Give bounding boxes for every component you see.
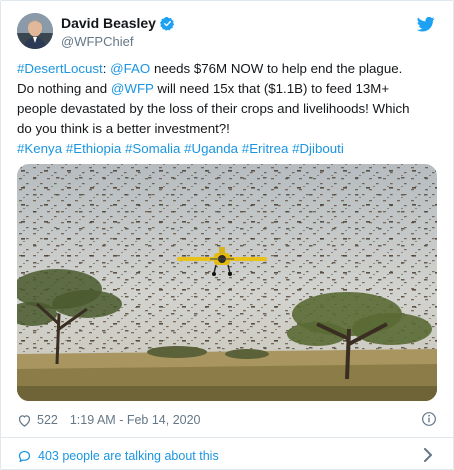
text-line2: will need 15x that ($1.1B) to feed 13M+ — [153, 81, 390, 96]
verified-badge-icon — [159, 16, 175, 31]
tweet-meta: 522 1:19 AM - Feb 14, 2020 — [17, 411, 437, 429]
hashtag-kenya[interactable]: #Kenya — [17, 141, 62, 156]
tweet-card: David Beasley @WFPChief #DesertLocust: @… — [0, 0, 454, 470]
mention-wfp[interactable]: @WFP — [111, 81, 154, 96]
timestamp[interactable]: 1:19 AM - Feb 14, 2020 — [70, 413, 201, 427]
author-handle[interactable]: @WFPChief — [61, 34, 175, 49]
like-count[interactable]: 522 — [37, 413, 58, 427]
divider — [1, 437, 453, 438]
talking-text[interactable]: 403 people are talking about this — [38, 449, 219, 463]
tweet-header: David Beasley @WFPChief — [17, 13, 437, 53]
heart-icon[interactable] — [17, 413, 32, 428]
hashtag-uganda[interactable]: #Uganda — [184, 141, 238, 156]
hashtag-djibouti[interactable]: #Djibouti — [292, 141, 344, 156]
text-line3: people devastated by the loss of their c… — [17, 101, 410, 116]
hashtag-somalia[interactable]: #Somalia — [125, 141, 180, 156]
chevron-right-icon[interactable] — [423, 448, 433, 462]
conversation-link[interactable]: 403 people are talking about this — [17, 447, 437, 465]
locust-plane-photo — [17, 164, 437, 401]
text-line1: needs $76M NOW to help end the plague. — [150, 61, 403, 76]
tweet-photo[interactable] — [17, 164, 437, 401]
twitter-bird-icon[interactable] — [416, 15, 435, 33]
hashtag-eritrea[interactable]: #Eritrea — [242, 141, 289, 156]
hashtag-desertlocust[interactable]: #DesertLocust — [17, 61, 103, 76]
hashtag-ethiopia[interactable]: #Ethiopia — [66, 141, 121, 156]
text-line2-pre: Do nothing and — [17, 81, 111, 96]
author-name[interactable]: David Beasley — [61, 15, 156, 31]
hashtag-row: #Kenya #Ethiopia #Somalia #Uganda #Eritr… — [17, 139, 441, 159]
mention-fao[interactable]: @FAO — [110, 61, 150, 76]
avatar[interactable] — [17, 13, 53, 49]
comment-bubble-icon — [17, 449, 32, 464]
author-block[interactable]: David Beasley @WFPChief — [61, 15, 175, 49]
tweet-text: #DesertLocust: @FAO needs $76M NOW to he… — [17, 59, 441, 159]
info-icon[interactable] — [421, 411, 437, 427]
text-line4: do you think is a better investment?! — [17, 121, 230, 136]
